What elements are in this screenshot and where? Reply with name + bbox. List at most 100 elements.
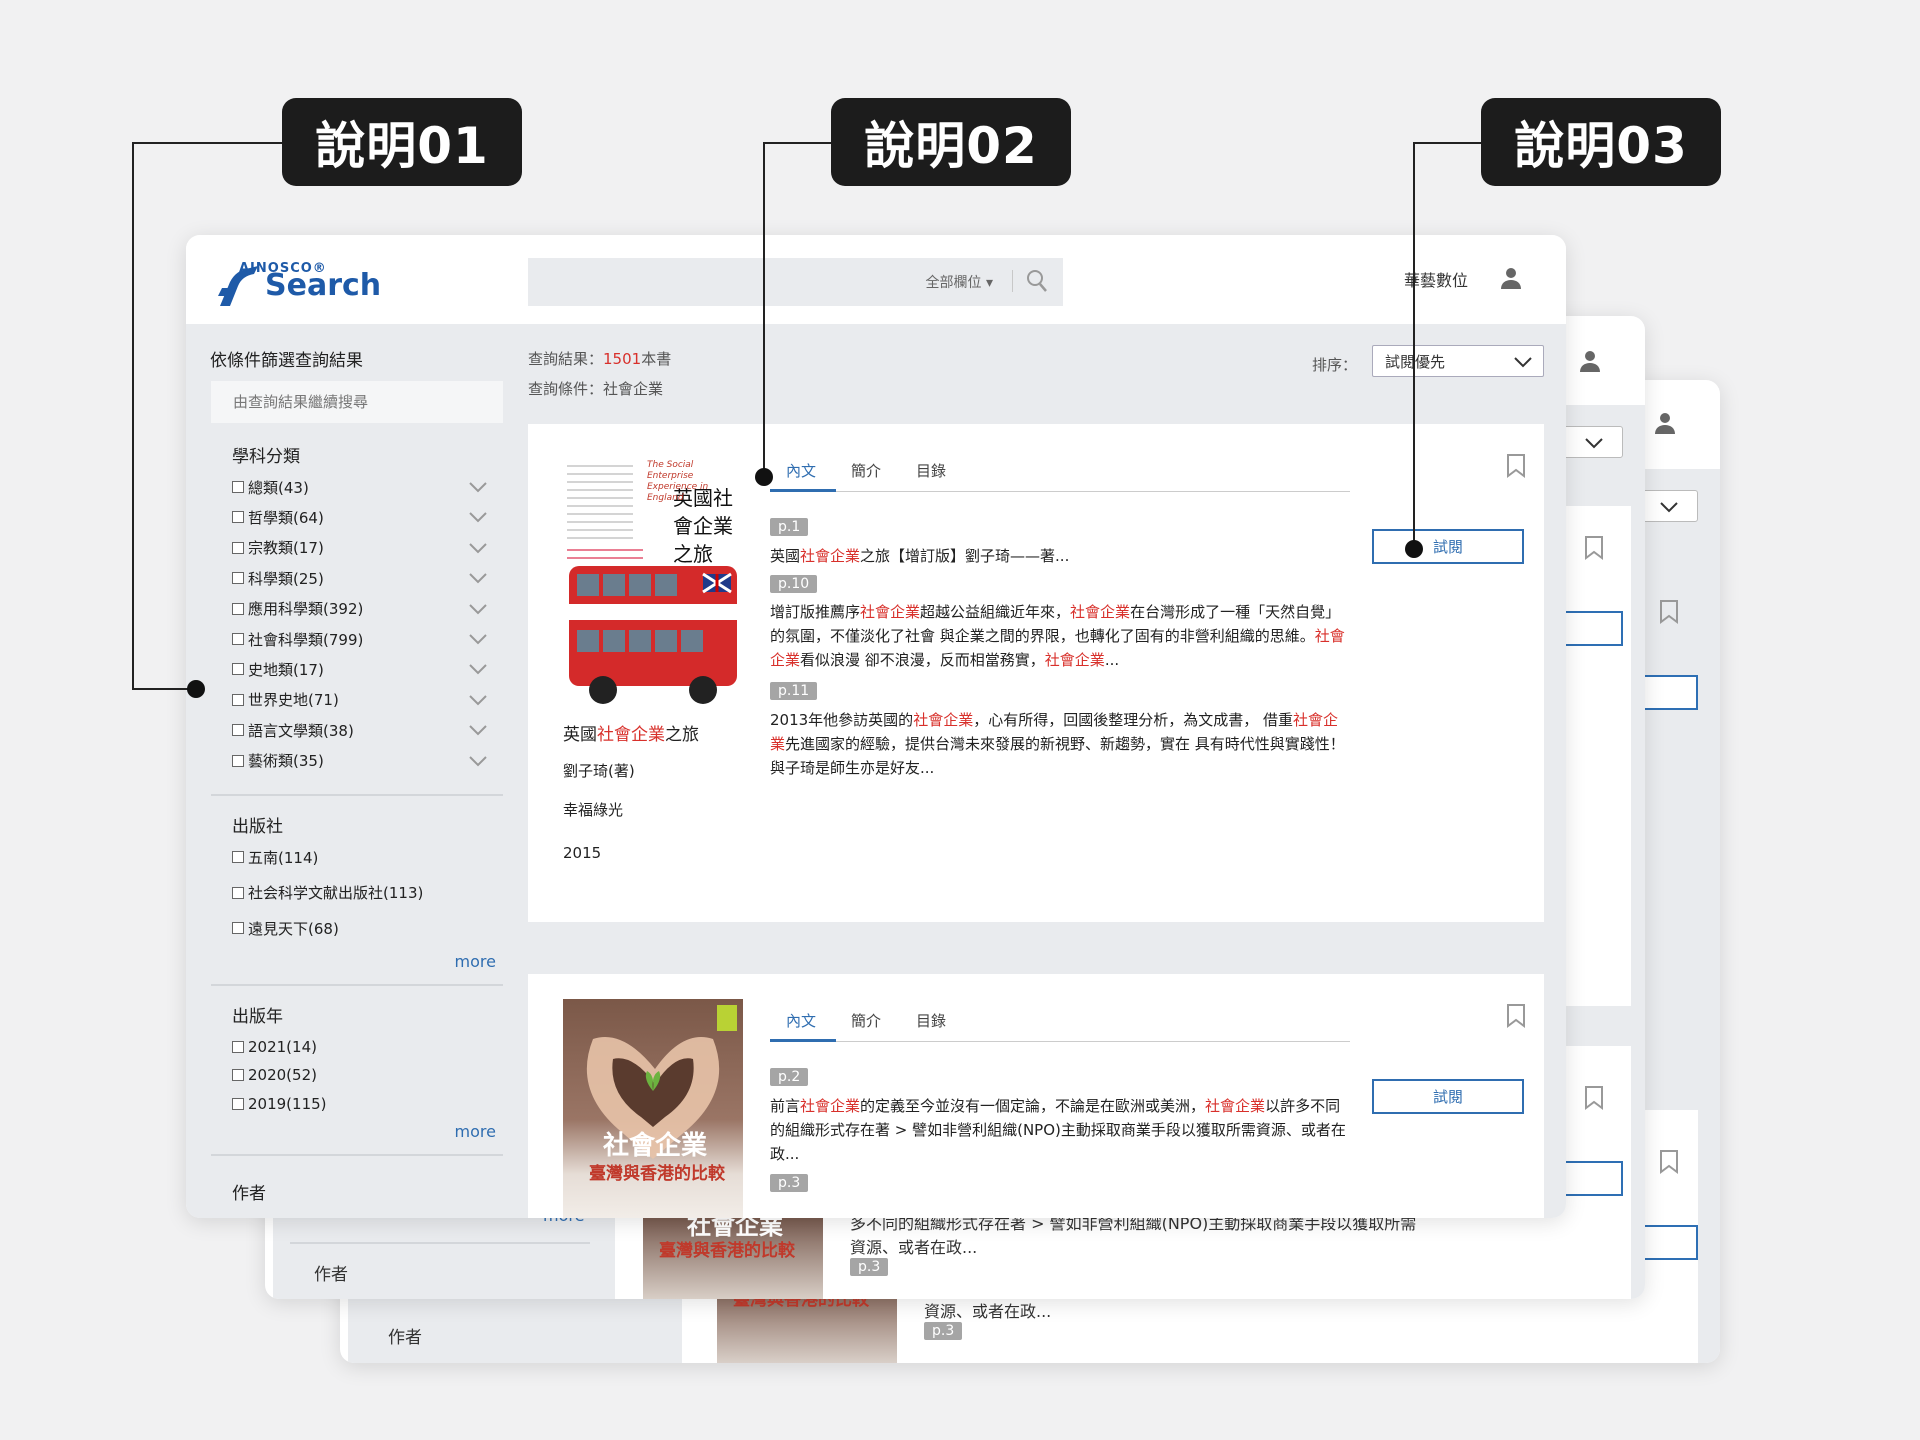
tab-summary[interactable]: 簡介 (851, 460, 881, 481)
filter-option[interactable]: 五南(114) (232, 846, 494, 868)
tab-summary[interactable]: 簡介 (851, 1010, 881, 1031)
chevron-down-icon[interactable] (468, 633, 488, 645)
chevron-down-icon[interactable] (468, 542, 488, 554)
checkbox[interactable] (232, 663, 244, 676)
tab-content[interactable]: 內文 (786, 460, 816, 481)
filter-option-label: 科學類(25) (248, 569, 324, 588)
bg2-author-title: 作者 (314, 1265, 348, 1285)
snippet-1: 前言社會企業的定義至今並沒有一個定論，不論是在歐洲或美洲，社會企業以許多不同的組… (770, 1094, 1350, 1166)
filter-option[interactable]: 世界史地(71) (232, 689, 494, 711)
refine-search-input[interactable] (211, 381, 503, 423)
snippet-highlight: 社會企業 (913, 711, 974, 729)
filter-option[interactable]: 遠見天下(68) (232, 917, 494, 939)
search-divider (1012, 270, 1013, 292)
checkbox[interactable] (232, 754, 244, 767)
bg2-cover: 社會企業 臺灣與香港的比較 (643, 1206, 823, 1299)
snippet-highlight: 社會企業 (860, 603, 921, 621)
filter-option-label: 總類(43) (248, 478, 309, 497)
checkbox[interactable] (232, 1041, 244, 1053)
snippet-2: 增訂版推薦序社會企業超越公益組織近年來，社會企業在台灣形成了一種「天然自覺」的氛… (770, 600, 1350, 672)
user-icon[interactable] (1499, 266, 1523, 290)
book-title[interactable]: 英國社會企業之旅 (563, 720, 699, 745)
result-card: 英國社會企業之旅 The Social Enterprise Experienc… (528, 424, 1544, 922)
callout-1-line-h1 (132, 142, 282, 144)
snippet-highlight: 社會企業 (1070, 603, 1131, 621)
tab-toc[interactable]: 目錄 (916, 1010, 946, 1031)
checkbox[interactable] (232, 851, 244, 863)
checkbox[interactable] (232, 1069, 244, 1082)
bookmark-icon[interactable] (1506, 1004, 1526, 1028)
filter-option[interactable]: 宗教類(17) (232, 537, 494, 559)
checkbox[interactable] (232, 481, 244, 493)
filter-option-label: 2020(52) (248, 1066, 317, 1085)
snippet-highlight: 社會企業 (1044, 651, 1105, 669)
checkbox[interactable] (232, 511, 244, 524)
filter-option[interactable]: 科學類(25) (232, 567, 494, 589)
callout-2: 說明02 (831, 98, 1071, 186)
filter-option[interactable]: 總類(43) (232, 476, 494, 498)
page-tag[interactable]: p.1 (770, 518, 809, 536)
page-tag[interactable]: p.11 (770, 682, 818, 700)
filter-option[interactable]: 哲學類(64) (232, 506, 494, 528)
checkbox[interactable] (232, 922, 244, 934)
book-cover-2[interactable]: 社會企業 臺灣與香港的比較 (563, 999, 743, 1218)
filter-option[interactable]: 2019(115) (232, 1093, 494, 1115)
content-tabs: 內文 簡介 目錄 (770, 1002, 1350, 1042)
snippet-text: 增訂版推薦序 (770, 603, 861, 621)
filter-option-label: 2019(115) (248, 1094, 327, 1113)
chevron-down-icon[interactable] (468, 663, 488, 675)
sort-select[interactable]: 試閱優先 (1372, 345, 1544, 377)
search-icon[interactable] (1026, 269, 1048, 293)
page-tag[interactable]: p.2 (770, 1068, 809, 1086)
filter-option-label: 遠見天下(68) (248, 919, 339, 938)
checkbox[interactable] (232, 886, 244, 899)
tab-content[interactable]: 內文 (786, 1010, 816, 1031)
chevron-down-icon[interactable] (468, 511, 488, 523)
filter-option[interactable]: 2021(14) (232, 1036, 494, 1058)
snippet-text: 的定義至今並沒有一個定論，不論是在歐洲或美洲， (860, 1097, 1206, 1115)
filter-option[interactable]: 應用科學類(392) (232, 598, 494, 620)
snippet-3: 2013年他參訪英國的社會企業，心有所得，回國後整理分析，為文成書， 借重社會企… (770, 708, 1350, 780)
filter-option-label: 藝術類(35) (248, 752, 324, 771)
filter-option[interactable]: 2020(52) (232, 1064, 494, 1086)
divider-2 (211, 984, 503, 986)
publisher-more-link[interactable]: more (455, 952, 496, 971)
filter-option[interactable]: 社会科学文献出版社(113) (232, 882, 494, 904)
filter-option[interactable]: 藝術類(35) (232, 750, 494, 772)
chevron-down-icon[interactable] (468, 481, 488, 493)
bg2-text-line2: 資源、或者在政... (850, 1238, 978, 1257)
chevron-down-icon[interactable] (468, 755, 488, 767)
checkbox[interactable] (232, 1097, 244, 1110)
bg3-text-line2: 資源、或者在政... (924, 1302, 1052, 1321)
callout-3: 說明03 (1481, 98, 1721, 186)
snippet-text: 英國 (770, 547, 801, 565)
chevron-down-icon[interactable] (468, 724, 488, 736)
page-tag[interactable]: p.3 (770, 1174, 809, 1192)
preview-button[interactable]: 試閱 (1372, 529, 1524, 564)
checkbox[interactable] (232, 572, 244, 585)
checkbox[interactable] (232, 633, 244, 645)
filter-option[interactable]: 語言文學類(38) (232, 719, 494, 741)
filter-option[interactable]: 史地類(17) (232, 658, 494, 680)
bg2-bookmark-icon (1585, 536, 1603, 560)
tab-toc[interactable]: 目錄 (916, 460, 946, 481)
snippet-highlight: 社會企業 (800, 547, 861, 565)
book-cover-1[interactable]: 英國社會企業之旅 The Social Enterprise Experienc… (563, 454, 743, 709)
checkbox[interactable] (232, 541, 244, 554)
search-scope-dropdown[interactable]: 全部欄位 ▾ (926, 272, 993, 292)
year-more-link[interactable]: more (455, 1122, 496, 1141)
chevron-down-icon[interactable] (468, 603, 488, 615)
checkbox[interactable] (232, 602, 244, 615)
checkbox[interactable] (232, 693, 244, 706)
preview-button[interactable]: 試閱 (1372, 1079, 1524, 1114)
page-tag[interactable]: p.10 (770, 575, 818, 593)
refine-search-box[interactable] (211, 381, 503, 423)
main-window: AINOSCO® Search 全部欄位 ▾ 華藝數位 依條件篩選查詢結果 學科… (186, 235, 1566, 1218)
search-box[interactable]: 全部欄位 ▾ (528, 258, 1063, 306)
bookmark-icon[interactable] (1506, 454, 1526, 478)
checkbox[interactable] (232, 724, 244, 737)
chevron-down-icon[interactable] (468, 572, 488, 584)
filter-option[interactable]: 社會科學類(799) (232, 628, 494, 650)
chevron-down-icon[interactable] (468, 694, 488, 706)
filter-option-label: 宗教類(17) (248, 539, 324, 558)
